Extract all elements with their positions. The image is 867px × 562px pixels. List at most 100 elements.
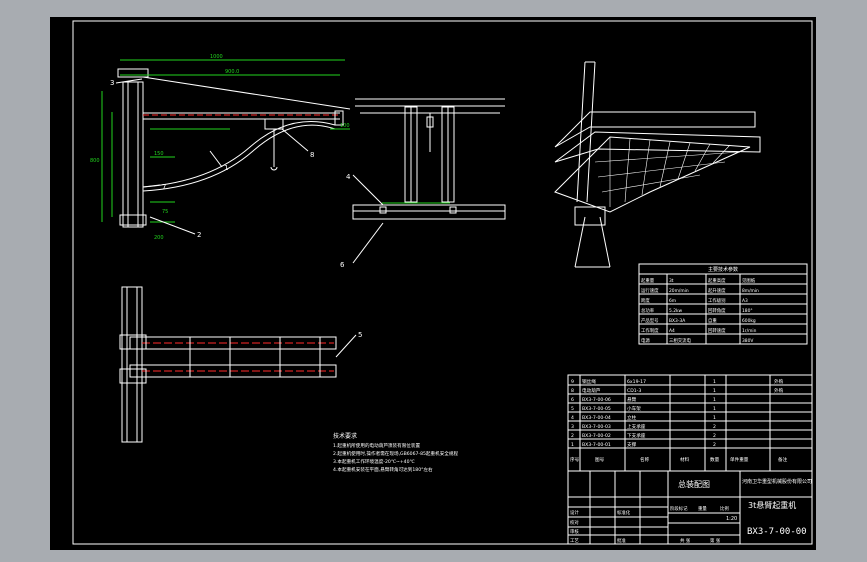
bom-r6-no: 3 — [571, 424, 574, 430]
param-r6-c1: 工作制度 — [641, 327, 659, 334]
note-line-4: 4.本起重机安装在平面,悬臂转角可达到180°左右 — [333, 466, 433, 473]
tb-label-weight: 重量 — [698, 505, 707, 512]
bom-r2-spec: CD1-3 — [627, 388, 641, 394]
param-r2-c4: 8m/min — [742, 288, 759, 294]
bom-r8-name: 支撑 — [627, 441, 637, 448]
bom-r5-code: BX3-7-00-04 — [582, 415, 611, 421]
param-r7-c4: 380V — [742, 338, 753, 344]
param-r6-c3: 回转速度 — [708, 327, 726, 334]
bom-r3-qty: 1 — [713, 397, 716, 403]
bom-h-drawing: 图号 — [595, 457, 605, 463]
bom-r1-spec: 6x19-17 — [627, 379, 646, 385]
callout-3: 3 — [110, 79, 114, 87]
bom-h-no: 序号 — [570, 456, 580, 463]
param-r4-c1: 总功率 — [641, 307, 655, 314]
bom-r4-code: BX3-7-00-05 — [582, 406, 611, 412]
plan-view: 5 — [119, 286, 362, 443]
param-table: 主要技术参数 起重量 3t 起重高度 见图纸 运行速度 20m/min 起升速度… — [638, 263, 808, 345]
tb-label-review: 审核 — [570, 528, 579, 535]
param-r3-c3: 工作级别 — [708, 297, 726, 304]
tb-label-standard: 标准化 — [617, 509, 631, 516]
param-r5-c3: 自重 — [708, 317, 717, 324]
param-title: 主要技术参数 — [708, 266, 738, 273]
bom-h-unit-weight: 单件重量 — [730, 456, 749, 463]
param-r5-c2: BX3-3A — [669, 318, 685, 324]
bom-h-name: 名称 — [640, 456, 650, 463]
bom-r1-note: 外购 — [774, 378, 784, 385]
dim-200: 200 — [154, 235, 164, 241]
product-name: 3t悬臂起重机 — [748, 500, 796, 510]
param-r3-c2: 6m — [669, 298, 676, 304]
param-r5-c4: 600kg — [742, 318, 756, 324]
cad-drawing: 1000 900.0 800 100 150 75 200 1 2 3 7 8 — [72, 20, 813, 545]
bom-r8-no: 1 — [571, 442, 574, 448]
bom-r1-name: 钢丝绳 — [582, 378, 596, 385]
bom-r2-no: 8 — [571, 388, 574, 394]
tb-label-scale: 比例 — [720, 505, 729, 512]
param-r7-c1: 电源 — [641, 337, 650, 344]
bom-r5-no: 4 — [571, 415, 574, 421]
tb-label-sheet-no: 第 张 — [710, 537, 721, 544]
dim-150: 150 — [154, 151, 164, 157]
param-r6-c2: A4 — [669, 328, 675, 334]
note-line-1: 1.起重机所使用的电动葫芦须装有限位装置 — [333, 442, 420, 449]
dim-100: 100 — [340, 123, 350, 129]
param-r2-c2: 20m/min — [669, 288, 689, 294]
bom-r2-note: 外购 — [774, 387, 784, 394]
param-r6-c4: 1r/min — [742, 328, 757, 334]
param-r7-c2: 三相交流电 — [669, 337, 692, 344]
callout-2: 2 — [197, 231, 201, 239]
callout-1: 1 — [224, 164, 228, 172]
param-r4-c3: 回转角度 — [708, 307, 726, 314]
param-r3-c1: 跨度 — [641, 297, 650, 304]
drawing-sheet: 1000 900.0 800 100 150 75 200 1 2 3 7 8 — [50, 17, 816, 550]
param-r2-c3: 起升速度 — [708, 287, 726, 294]
dim-1000: 1000 — [210, 54, 223, 60]
bom-r7-code: BX3-7-00-02 — [582, 433, 611, 439]
bom-r8-qty: 2 — [713, 442, 716, 448]
param-r1-c2: 3t — [669, 278, 674, 284]
bom-r6-qty: 2 — [713, 424, 716, 430]
bom-r3-code: BX3-7-00-06 — [582, 397, 611, 403]
bom-r3-no: 6 — [571, 397, 574, 403]
isometric-view — [554, 61, 761, 268]
dim-900: 900.0 — [225, 69, 239, 75]
bom-h-material: 材料 — [680, 456, 690, 463]
column — [122, 81, 144, 228]
notes-title: 技术要求 — [333, 432, 357, 440]
bom-r6-name: 上支承座 — [627, 423, 646, 430]
bom-table: 9 钢丝绳 6x19-17 1 外购 8 电动葫芦 CD1-3 1 外购 6 B… — [567, 374, 813, 472]
tb-label-approve: 批准 — [617, 537, 626, 544]
bom-r5-name: 立柱 — [627, 414, 637, 421]
bom-r7-qty: 2 — [713, 433, 716, 439]
tb-label-process: 工艺 — [570, 538, 579, 544]
param-r3-c4: A3 — [742, 298, 748, 304]
bom-r3-name: 悬臂 — [627, 396, 637, 403]
bom-r7-no: 2 — [571, 433, 574, 439]
tb-label-check: 校对 — [570, 519, 579, 526]
bom-r4-name: 小车架 — [627, 405, 641, 412]
bom-r1-qty: 1 — [713, 379, 716, 385]
bom-r8-code: BX3-7-00-01 — [582, 442, 611, 448]
param-r1-c1: 起重量 — [641, 277, 655, 284]
bom-r7-name: 下支承座 — [627, 432, 646, 439]
param-r5-c1: 产品型号 — [641, 317, 659, 324]
bom-r1-no: 9 — [571, 379, 574, 385]
callout-4: 4 — [346, 173, 351, 181]
callout-8: 8 — [310, 151, 314, 159]
callout-5: 5 — [358, 331, 362, 339]
tb-label-sheets: 共 张 — [680, 537, 691, 544]
company-name: 河南卫华重型机械股份有限公司 — [742, 478, 812, 485]
param-r4-c4: 180° — [742, 308, 753, 314]
note-line-3: 3.本起重机工作环境温度-20℃~+40℃ — [333, 458, 415, 465]
callout-6: 6 — [340, 261, 345, 269]
title-block: 总装配图 河南卫华重型机械股份有限公司 3t悬臂起重机 BX3-7-00-00 … — [567, 470, 813, 545]
bom-r6-code: BX3-7-00-03 — [582, 424, 611, 430]
elevation-view: 1000 900.0 800 100 150 75 200 1 2 3 7 8 — [90, 54, 351, 241]
bom-h-remarks: 备注 — [778, 456, 788, 463]
dim-800: 800 — [90, 158, 100, 164]
assembly-title: 总装配图 — [678, 479, 710, 489]
drawing-number: BX3-7-00-00 — [747, 527, 807, 537]
tb-label-stage: 阶段标记 — [670, 505, 688, 512]
scale-value: 1:20 — [726, 516, 737, 522]
